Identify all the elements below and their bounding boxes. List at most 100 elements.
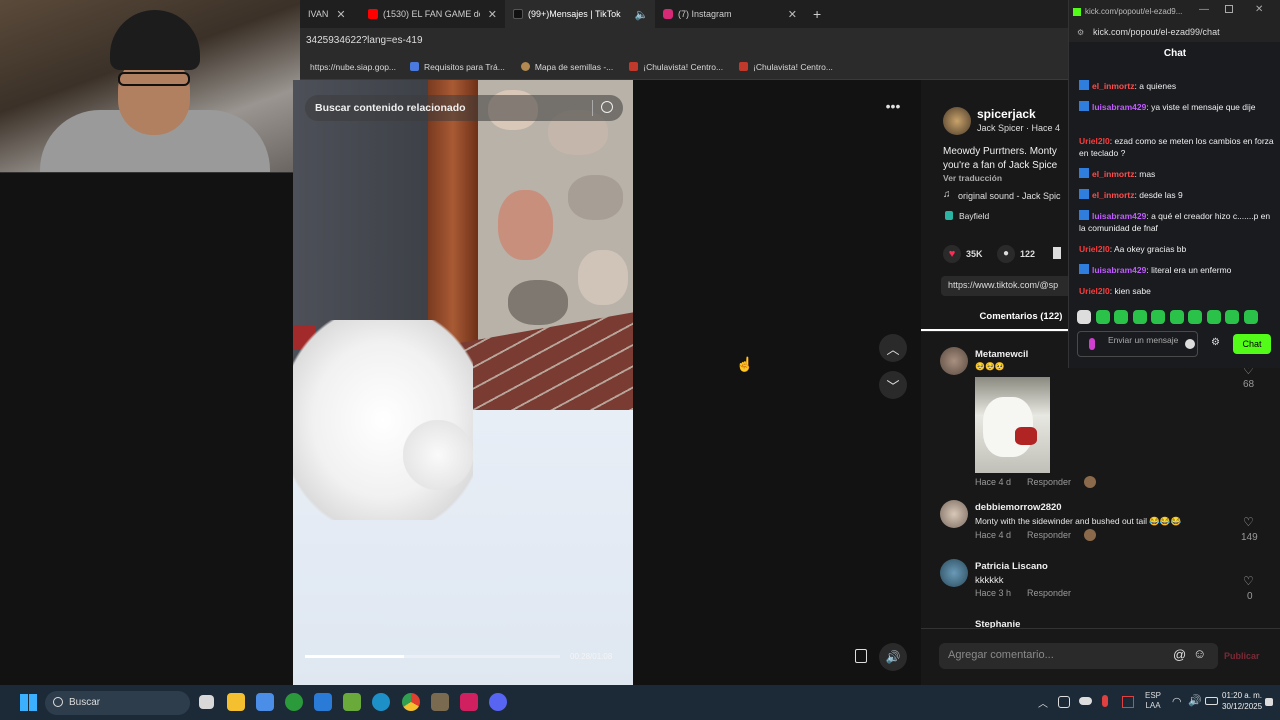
bookmark-item[interactable]: ¡Chulavista! Centro... bbox=[629, 62, 723, 72]
taskbar-search[interactable]: Buscar bbox=[45, 691, 190, 715]
store-icon[interactable] bbox=[256, 693, 274, 711]
sound-link[interactable]: original sound - Jack Spic bbox=[958, 191, 1061, 201]
location-link[interactable]: Bayfield bbox=[959, 211, 989, 221]
mention-icon[interactable]: @ bbox=[1173, 647, 1186, 662]
maximize-icon[interactable] bbox=[1225, 5, 1233, 13]
chat-username[interactable]: el_inmortz bbox=[1092, 81, 1135, 91]
notifications-icon[interactable] bbox=[1265, 698, 1273, 706]
comment-image[interactable] bbox=[975, 377, 1050, 473]
xbox-icon[interactable] bbox=[285, 693, 303, 711]
volume-icon[interactable]: 🔊 bbox=[1188, 694, 1202, 707]
share-link-field[interactable]: https://www.tiktok.com/@sp bbox=[941, 276, 1071, 296]
author-username[interactable]: spicerjack bbox=[977, 107, 1036, 121]
browser-tab[interactable]: IVAN ✕ bbox=[300, 0, 360, 28]
emote-icon[interactable] bbox=[1225, 310, 1239, 324]
volume-button[interactable]: 🔊 bbox=[879, 643, 907, 671]
commenter-name[interactable]: Patricia Liscano bbox=[975, 561, 1048, 572]
edge-icon[interactable] bbox=[372, 693, 390, 711]
emoji-picker-icon[interactable] bbox=[1185, 339, 1195, 349]
commenter-avatar[interactable] bbox=[940, 559, 968, 587]
onedrive-icon[interactable] bbox=[1079, 697, 1092, 705]
more-options-button[interactable]: ••• bbox=[879, 92, 907, 120]
close-icon[interactable]: ✕ bbox=[488, 8, 497, 21]
previous-video-button[interactable]: ︿ bbox=[879, 334, 907, 362]
emote-icon[interactable] bbox=[1206, 310, 1221, 324]
translate-link[interactable]: Ver traducción bbox=[943, 173, 1002, 183]
tray-icon[interactable] bbox=[1058, 696, 1070, 708]
bookmark-item[interactable]: Mapa de semillas -... bbox=[520, 62, 613, 72]
close-window-icon[interactable]: ✕ bbox=[1255, 4, 1263, 15]
microphone-icon[interactable] bbox=[1089, 338, 1095, 350]
chat-username[interactable]: Uriel2l0 bbox=[1079, 286, 1110, 296]
close-icon[interactable]: ✕ bbox=[788, 8, 797, 21]
comment-like-icon[interactable]: ♡ bbox=[1243, 574, 1254, 588]
emoji-icon[interactable]: ☺ bbox=[1193, 646, 1206, 661]
language-indicator[interactable]: ESP LAA bbox=[1145, 691, 1161, 711]
show-hidden-icons[interactable]: ︿ bbox=[1038, 695, 1048, 710]
chat-username[interactable]: luisabram429 bbox=[1092, 211, 1146, 221]
clock[interactable]: 01:20 a. m. 30/12/2025 bbox=[1222, 690, 1262, 712]
windows-start-icon[interactable] bbox=[20, 694, 37, 711]
emote-icon[interactable] bbox=[1188, 310, 1202, 324]
kick-url-bar[interactable]: ⚙ kick.com/popout/el-ezad99/chat bbox=[1069, 24, 1280, 42]
reply-button[interactable]: Responder bbox=[1027, 530, 1071, 540]
task-view-icon[interactable] bbox=[199, 695, 214, 709]
bookmark-icon[interactable] bbox=[1053, 247, 1061, 259]
chat-username[interactable]: luisabram429 bbox=[1092, 102, 1146, 112]
chrome-icon[interactable] bbox=[402, 693, 420, 711]
reply-button[interactable]: Responder bbox=[1027, 477, 1071, 487]
bookmark-item[interactable]: https://nube.siap.gop... bbox=[310, 62, 396, 72]
emote-icon[interactable] bbox=[1114, 310, 1128, 324]
author-avatar[interactable] bbox=[943, 107, 971, 135]
browser-tab[interactable]: (7) Instagram ✕ bbox=[655, 0, 805, 28]
microphone-icon[interactable] bbox=[1102, 695, 1108, 707]
emote-icon[interactable] bbox=[1151, 310, 1165, 324]
search-icon[interactable] bbox=[601, 101, 613, 113]
comment-like-icon[interactable]: ♡ bbox=[1243, 515, 1254, 529]
bookmark-item[interactable]: Requisitos para Trá... bbox=[410, 62, 505, 72]
chat-username[interactable]: el_inmortz bbox=[1092, 169, 1135, 179]
file-explorer-icon[interactable] bbox=[227, 693, 245, 711]
speaker-icon[interactable]: 🔈 bbox=[635, 8, 649, 21]
address-bar[interactable]: 3425934622?lang=es-419 bbox=[300, 28, 1070, 54]
battery-icon[interactable] bbox=[1205, 697, 1218, 705]
app-icon[interactable] bbox=[314, 693, 332, 711]
commenter-name[interactable]: debbiemorrow2820 bbox=[975, 502, 1062, 513]
chat-username[interactable]: el_inmortz bbox=[1092, 190, 1135, 200]
commenter-name[interactable]: Metamewcil bbox=[975, 349, 1028, 360]
site-settings-icon[interactable]: ⚙ bbox=[1077, 28, 1084, 37]
commenter-avatar[interactable] bbox=[940, 500, 968, 528]
chat-username[interactable]: luisabram429 bbox=[1092, 265, 1146, 275]
emote-icon[interactable] bbox=[1095, 310, 1110, 324]
minecraft-icon[interactable] bbox=[343, 693, 361, 711]
emote-icon[interactable] bbox=[1243, 310, 1258, 324]
like-button[interactable]: ♥ bbox=[943, 245, 961, 263]
browser-tab-active[interactable]: (99+)Mensajes | TikTok 🔈 ✕ bbox=[505, 0, 655, 28]
close-icon[interactable]: ✕ bbox=[336, 8, 345, 21]
reply-button[interactable]: Responder bbox=[1027, 588, 1071, 598]
pip-icon[interactable] bbox=[855, 649, 867, 663]
chat-settings-icon[interactable]: ⚙ bbox=[1211, 337, 1220, 348]
related-search-input[interactable]: Buscar contenido relacionado bbox=[305, 95, 623, 121]
publish-button[interactable]: Publicar bbox=[1224, 651, 1260, 661]
chat-message-input[interactable]: Enviar un mensaje bbox=[1077, 331, 1198, 357]
chat-username[interactable]: Uriel2l0 bbox=[1079, 244, 1110, 254]
emote-icon[interactable] bbox=[1077, 310, 1091, 324]
bookmark-item[interactable]: ¡Chulavista! Centro... bbox=[739, 62, 833, 72]
joystick-app-icon[interactable] bbox=[431, 693, 449, 711]
tiktok-app-icon[interactable] bbox=[460, 693, 478, 711]
browser-tab[interactable]: (1530) EL FAN GAME de FNAF ✕ bbox=[360, 0, 505, 28]
next-video-button[interactable]: ﹀ bbox=[879, 371, 907, 399]
tray-app-icon[interactable] bbox=[1122, 696, 1134, 708]
chat-username[interactable]: Uriel2l0 bbox=[1079, 136, 1110, 146]
discord-icon[interactable] bbox=[489, 693, 507, 711]
wifi-icon[interactable]: ◠ bbox=[1172, 695, 1182, 708]
video-progress-bar[interactable] bbox=[305, 655, 560, 658]
minimize-icon[interactable]: — bbox=[1199, 4, 1209, 15]
video-player[interactable] bbox=[293, 80, 633, 685]
new-tab-button[interactable]: + bbox=[805, 0, 829, 28]
comment-button[interactable]: ● bbox=[997, 245, 1015, 263]
emote-icon[interactable] bbox=[1132, 310, 1147, 324]
commenter-avatar[interactable] bbox=[940, 347, 968, 375]
emote-icon[interactable] bbox=[1169, 310, 1184, 324]
